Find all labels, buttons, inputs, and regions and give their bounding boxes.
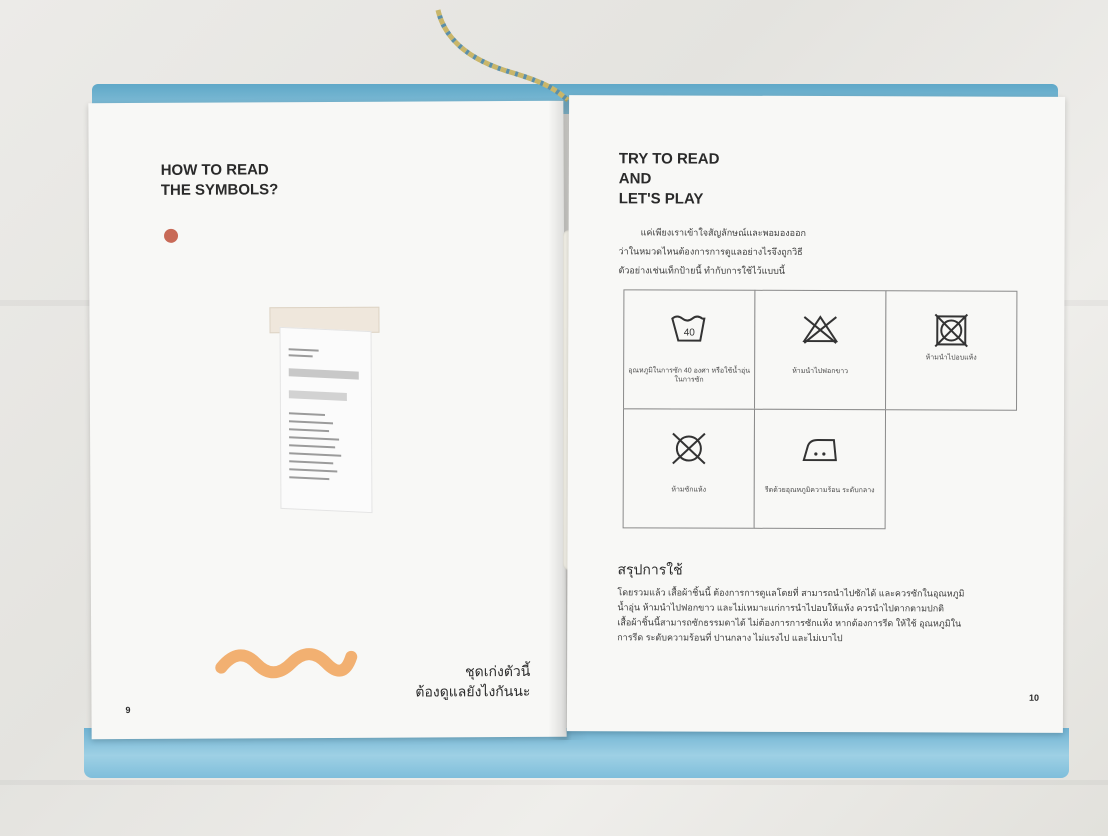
intro-line: ตัวอย่างเช่นเท็กป้ายนี้ ทำกับการใช้ไว้แบ…: [618, 265, 785, 276]
intro-text: แค่เพียงเราเข้าใจสัญลักษณ์และพอมองออก ว่…: [618, 223, 878, 281]
summary-line: น้ำอุ่น ห้ามนำไปฟอกขาว และไม่เหมาะแก่การ…: [617, 602, 945, 614]
symbol-caption: ห้ามนำไปฟอกขาว: [792, 367, 849, 376]
symbol-caption: ห้ามนำไปอบแห้ง: [925, 354, 977, 362]
summary-text: โดยรวมแล้ว เสื้อผ้าชิ้นนี้ ต้องการการดูแ…: [617, 585, 1037, 646]
wash-40-icon: 40: [671, 315, 706, 342]
left-page-thai-caption: ชุดเก่งตัวนี้ ต้องดูแลยังไงกันนะ: [415, 661, 530, 702]
heading-line: THE SYMBOLS?: [160, 181, 279, 199]
summary-heading: สรุปการใช้: [617, 561, 683, 578]
right-page-heading: TRY TO READ AND LET'S PLAY: [619, 149, 720, 209]
symbol-cell: ห้ามนำไปฟอกขาว: [754, 289, 887, 411]
page-number: 9: [125, 705, 131, 716]
symbol-caption: อุณหภูมิในการซัก 40 องศา หรือใช้น้ำอุ่นใ…: [628, 367, 751, 384]
no-dry-clean-icon: [672, 432, 706, 465]
right-page: TRY TO READ AND LET'S PLAY แค่เพียงเราเข…: [566, 95, 1066, 733]
symbol-cell: 40 อุณหภูมิในการซัก 40 องศา หรือใช้น้ำอุ…: [623, 289, 756, 410]
heading-line: HOW TO READ: [160, 161, 269, 179]
intro-line: แค่เพียงเราเข้าใจสัญลักษณ์และพอมองออก: [640, 227, 806, 238]
summary-line: เสื้อผ้าชิ้นนี้สามารถซักธรรมดาได้ ไม่ต้อ…: [617, 617, 962, 629]
no-tumble-dry-icon: [934, 313, 969, 348]
left-page-heading: HOW TO READ THE SYMBOLS?: [161, 160, 279, 201]
summary-line: การรีด ระดับความร้อนที่ ปานกลาง ไม่แรงไป…: [617, 632, 843, 644]
caption-line: ต้องดูแลยังไงกันนะ: [415, 682, 531, 700]
heading-line: LET'S PLAY: [618, 190, 704, 208]
caption-line: ชุดเก่งตัวนี้: [465, 662, 531, 680]
symbol-cell: ห้ามนำไปอบแห้ง: [885, 290, 1018, 411]
label-tag-body: [279, 326, 373, 514]
orange-squiggle: [215, 648, 358, 679]
iron-medium-icon: [802, 439, 837, 462]
svg-text:40: 40: [684, 328, 696, 339]
symbol-cell: ห้ามซักแห้ง: [622, 408, 756, 529]
heading-line: TRY TO READ: [618, 150, 720, 168]
symbol-cell: รีดด้วยอุณหภูมิความร้อน ระดับกลาง: [753, 408, 887, 530]
summary-line: โดยรวมแล้ว เสื้อผ้าชิ้นนี้ ต้องการการดูแ…: [617, 587, 965, 599]
intro-line: ว่าในหมวดไหนต้องการการดูแลอย่างไรจึงถูกว…: [618, 246, 803, 257]
clothing-care-label-photo: [269, 306, 380, 514]
heading-line: AND: [618, 170, 652, 188]
red-dot: [163, 228, 179, 243]
left-page: HOW TO READ THE SYMBOLS? ชุดเก่งตัวนี้ ต…: [88, 100, 567, 740]
no-bleach-icon: [802, 315, 839, 344]
symbol-caption: รีดด้วยอุณหภูมิความร้อน ระดับกลาง: [764, 486, 875, 495]
symbol-caption: ห้ามซักแห้ง: [671, 486, 707, 494]
page-number: 10: [1028, 692, 1040, 703]
